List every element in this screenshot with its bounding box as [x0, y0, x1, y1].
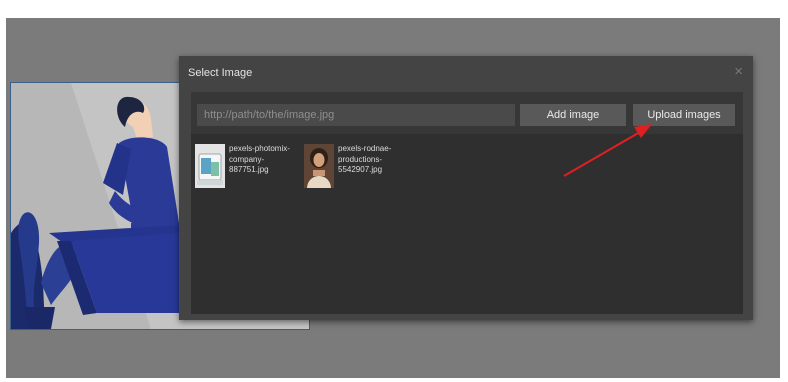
close-icon[interactable]: × — [734, 63, 743, 80]
add-image-button[interactable]: Add image — [520, 104, 626, 126]
upload-images-button[interactable]: Upload images — [633, 104, 735, 126]
asset-item[interactable]: pexels-rodnae- productions- 5542907.jpg — [304, 144, 408, 188]
asset-filename: pexels-photomix- company- 887751.jpg — [229, 144, 290, 174]
asset-thumbnail — [304, 144, 334, 188]
asset-list: pexels-photomix- company- 887751.jpg pex… — [191, 134, 743, 314]
modal-body: Add image Upload images pexels-photomix-… — [191, 92, 743, 314]
select-image-modal: Select Image × Add image Upload images p — [179, 56, 753, 320]
modal-header: Select Image × — [179, 56, 753, 92]
image-url-input[interactable] — [197, 104, 515, 126]
modal-title: Select Image — [188, 67, 253, 79]
asset-filename: pexels-rodnae- productions- 5542907.jpg — [338, 144, 392, 174]
asset-thumbnail — [195, 144, 225, 188]
asset-item[interactable]: pexels-photomix- company- 887751.jpg — [195, 144, 299, 188]
